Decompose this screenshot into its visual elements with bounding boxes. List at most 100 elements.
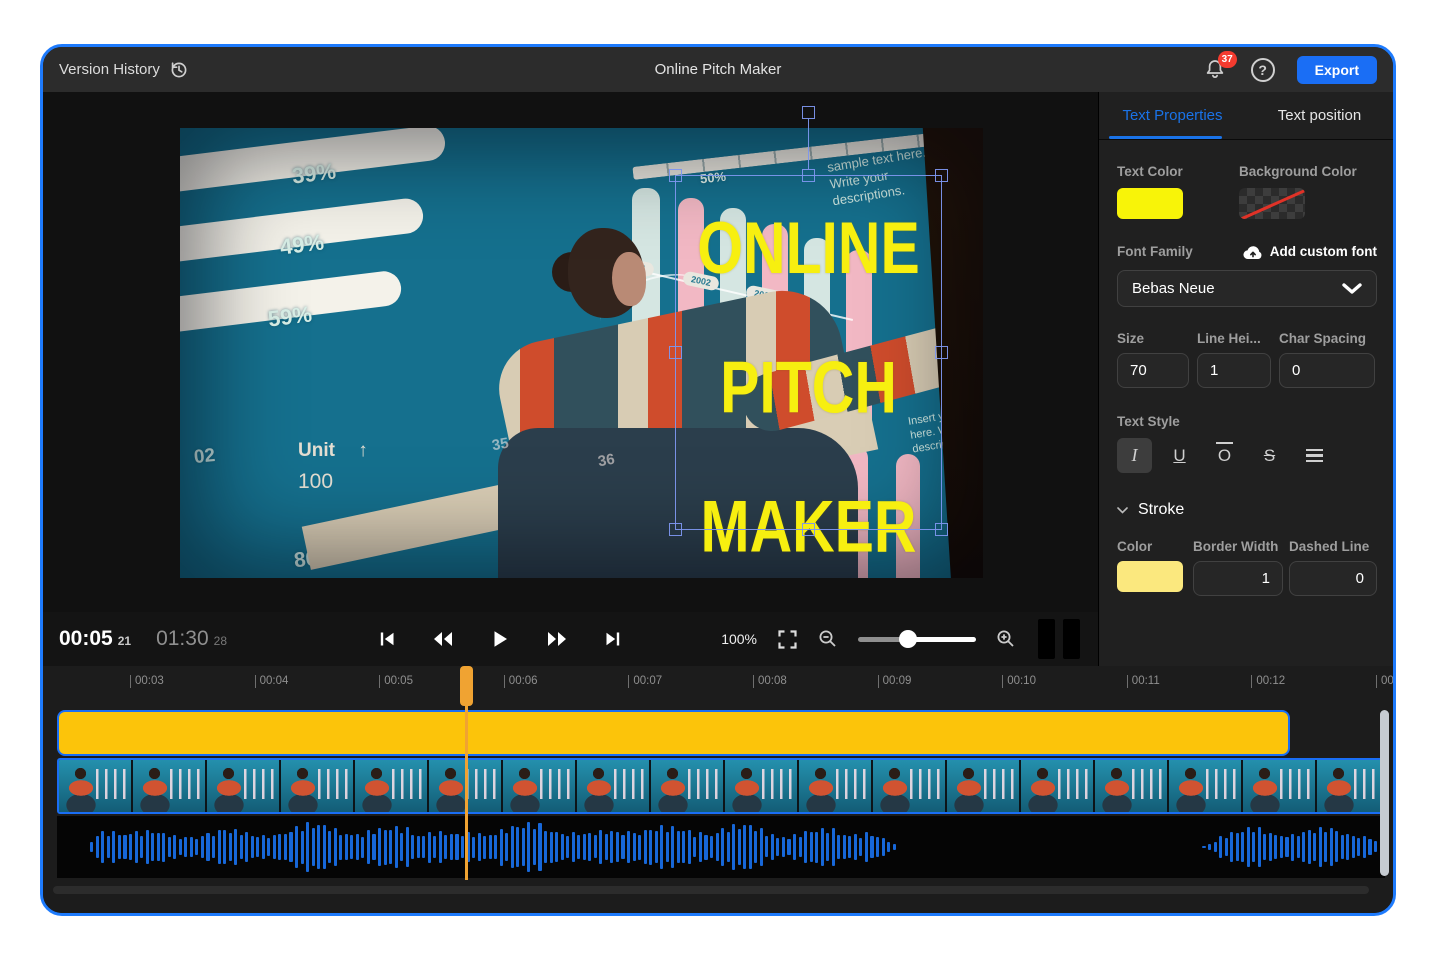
waveform-bar (267, 838, 270, 857)
resize-handle-bottom-right[interactable] (935, 523, 948, 536)
stroke-section-toggle[interactable]: Stroke (1117, 501, 1377, 519)
resize-handle-top-right[interactable] (935, 169, 948, 182)
char-spacing-input[interactable] (1279, 353, 1375, 388)
waveform-bar (251, 836, 254, 859)
timeline-scrollbar[interactable] (1380, 710, 1389, 876)
waveform-bar (179, 839, 182, 855)
play-button[interactable] (490, 629, 510, 649)
scene-percent-label: 59% (267, 301, 314, 332)
align-button[interactable] (1297, 438, 1332, 473)
ruler-tick: 00:04 (255, 675, 289, 688)
waveform-bar (218, 830, 221, 864)
waveform-bar (760, 828, 763, 866)
waveform-bar (262, 835, 265, 859)
waveform-bar (693, 837, 696, 858)
waveform-bar (815, 832, 818, 863)
waveform-bar (870, 836, 873, 857)
strikethrough-button[interactable]: S (1252, 438, 1287, 473)
waveform-bar (1374, 841, 1377, 852)
waveform-bar (151, 833, 154, 860)
waveform-bar (826, 833, 829, 861)
resize-handle-bottom[interactable] (802, 523, 815, 536)
fullscreen-button[interactable] (777, 629, 798, 650)
font-family-dropdown[interactable]: Bebas Neue (1117, 270, 1377, 307)
waveform-bar (522, 828, 525, 867)
resize-handle-right[interactable] (935, 346, 948, 359)
waveform-bar (533, 829, 536, 865)
background-color-label: Background Color (1239, 164, 1377, 179)
export-button[interactable]: Export (1297, 56, 1377, 84)
text-clip[interactable] (57, 710, 1290, 756)
underline-button[interactable]: U (1162, 438, 1197, 473)
waveform-bar (538, 823, 541, 871)
app-window: Version History Online Pitch Maker 37 (40, 44, 1396, 916)
notifications-button[interactable]: 37 (1203, 57, 1229, 83)
fast-forward-button[interactable] (546, 631, 568, 647)
text-style-label: Text Style (1117, 414, 1377, 429)
rotation-handle[interactable] (802, 106, 815, 119)
pause-bars-icon[interactable] (1036, 617, 1082, 661)
timeline-ruler[interactable]: 00:0300:0400:0500:0600:0700:0800:0900:10… (43, 666, 1393, 704)
overline-button[interactable]: O (1207, 438, 1242, 473)
resize-handle-bottom-left[interactable] (669, 523, 682, 536)
waveform-bar (422, 836, 425, 858)
audio-waveform[interactable] (57, 816, 1385, 878)
skip-start-button[interactable] (378, 630, 396, 648)
dashed-line-input[interactable] (1289, 561, 1377, 596)
text-color-swatch[interactable] (1117, 188, 1183, 219)
selection-box[interactable] (675, 175, 942, 530)
waveform-bar (1357, 838, 1360, 856)
current-time: 00:05 (59, 627, 113, 651)
background-color-swatch[interactable] (1239, 188, 1305, 219)
waveform-bar (162, 833, 165, 862)
tab-text-properties[interactable]: Text Properties (1099, 92, 1246, 139)
video-thumbnail (651, 760, 725, 812)
waveform-bar (361, 837, 364, 858)
video-thumbnail (1243, 760, 1317, 812)
waveform-bar (1313, 833, 1316, 862)
skip-end-button[interactable] (604, 630, 622, 648)
timeline-playhead[interactable] (460, 666, 473, 706)
waveform-bar (1302, 832, 1305, 861)
size-input[interactable] (1117, 353, 1189, 388)
stroke-color-swatch[interactable] (1117, 561, 1183, 592)
tab-text-position[interactable]: Text position (1246, 92, 1393, 139)
waveform-bar (195, 839, 198, 856)
waveform-bar (577, 835, 580, 859)
waveform-bar (450, 834, 453, 860)
waveform-bar (472, 837, 475, 858)
waveform-bar (638, 835, 641, 860)
version-history-button[interactable]: Version History (59, 59, 189, 80)
video-clip-thumbnails[interactable] (57, 758, 1385, 814)
waveform-bar (372, 834, 375, 860)
timeline: 00:0300:0400:0500:0600:0700:0800:0900:10… (43, 666, 1393, 913)
woman-face (612, 252, 646, 306)
waveform-bar (793, 834, 796, 861)
line-height-input[interactable] (1197, 353, 1271, 388)
resize-handle-left[interactable] (669, 346, 682, 359)
waveform-bar (206, 833, 209, 861)
help-button[interactable]: ? (1251, 58, 1275, 82)
waveform-bar (1236, 833, 1239, 862)
zoom-slider[interactable] (858, 637, 976, 642)
video-thumbnail (59, 760, 133, 812)
rewind-button[interactable] (432, 631, 454, 647)
zoom-slider-thumb[interactable] (899, 630, 917, 648)
waveform-bar (704, 835, 707, 860)
stroke-color-label: Color (1117, 539, 1187, 554)
border-width-input[interactable] (1193, 561, 1283, 596)
waveform-bar (832, 828, 835, 865)
horizontal-scroll-track[interactable] (53, 886, 1369, 894)
video-thumbnail (947, 760, 1021, 812)
resize-handle-top-left[interactable] (669, 169, 682, 182)
panel-body: Text Color Background Color Font Family (1099, 140, 1393, 596)
resize-handle-top[interactable] (802, 169, 815, 182)
waveform-bar (129, 834, 132, 859)
italic-button[interactable]: I (1117, 438, 1152, 473)
waveform-bar (893, 844, 896, 850)
playback-controls: 00:05 21 01:30 28 (43, 612, 1098, 666)
zoom-in-icon[interactable] (996, 629, 1016, 649)
zoom-out-icon[interactable] (818, 629, 838, 649)
waveform-bar (876, 837, 879, 858)
add-custom-font-button[interactable]: Add custom font (1242, 243, 1377, 260)
